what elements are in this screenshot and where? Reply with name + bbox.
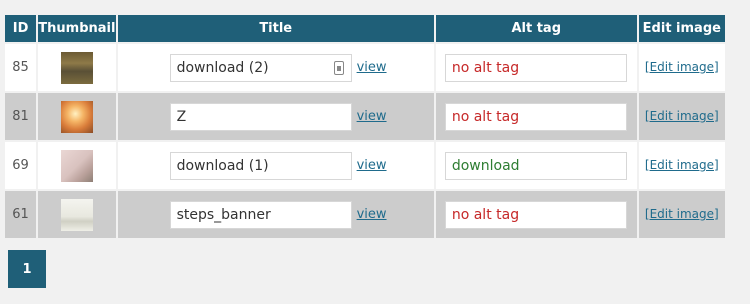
row-id: 61 [5, 189, 39, 238]
edit-image-link[interactable]: [Edit image] [645, 207, 719, 221]
title-input[interactable]: download (1) [169, 151, 352, 180]
alt-tag-value: no alt tag [451, 108, 520, 125]
thumbnail-image [60, 51, 93, 84]
table-row: 69 download (1) view download [Edit imag… [5, 140, 725, 189]
images-table: ID Thumbnail Title Alt tag Edit image 85… [5, 15, 725, 238]
alt-tag-value: no alt tag [451, 59, 520, 76]
title-input[interactable]: download (2) [169, 53, 352, 82]
edit-image-link[interactable]: [Edit image] [645, 60, 719, 74]
view-link[interactable]: view [357, 207, 387, 222]
table-row: 85 download (2) view no alt tag [Edit im… [5, 42, 725, 91]
thumbnail-image [60, 100, 93, 133]
thumbnail-image [60, 149, 93, 182]
title-input[interactable]: steps_banner [169, 200, 352, 229]
alt-tag-input[interactable]: no alt tag [444, 200, 627, 229]
title-input-value: Z [176, 108, 187, 125]
alt-tag-input[interactable]: no alt tag [444, 53, 627, 82]
title-input[interactable]: Z [169, 102, 352, 131]
column-header-thumbnail: Thumbnail [38, 15, 118, 42]
title-input-value: steps_banner [176, 206, 271, 223]
alt-tag-input[interactable]: download [444, 151, 627, 180]
column-header-title: Title [117, 15, 436, 42]
row-id: 85 [5, 42, 39, 91]
view-link[interactable]: view [357, 158, 387, 173]
edit-image-link[interactable]: [Edit image] [645, 109, 719, 123]
pagination-page-button[interactable]: 1 [8, 250, 46, 288]
alt-tag-input[interactable]: no alt tag [444, 102, 627, 131]
autofill-icon[interactable] [333, 60, 344, 75]
column-header-alt-tag: Alt tag [435, 15, 639, 42]
alt-tag-value: download [451, 157, 520, 174]
table-row: 81 Z view no alt tag [Edit image] [5, 91, 725, 140]
row-id: 69 [5, 140, 39, 189]
view-link[interactable]: view [357, 109, 387, 124]
table-header-row: ID Thumbnail Title Alt tag Edit image [5, 15, 725, 42]
alt-tag-value: no alt tag [451, 206, 520, 223]
edit-image-link[interactable]: [Edit image] [645, 158, 719, 172]
row-id: 81 [5, 91, 39, 140]
thumbnail-image [60, 198, 93, 231]
column-header-edit-image: Edit image [638, 15, 725, 42]
column-header-id: ID [5, 15, 39, 42]
title-input-value: download (1) [176, 157, 269, 174]
view-link[interactable]: view [357, 60, 387, 75]
table-row: 61 steps_banner view no alt tag [Edit im… [5, 189, 725, 238]
title-input-value: download (2) [176, 59, 269, 76]
